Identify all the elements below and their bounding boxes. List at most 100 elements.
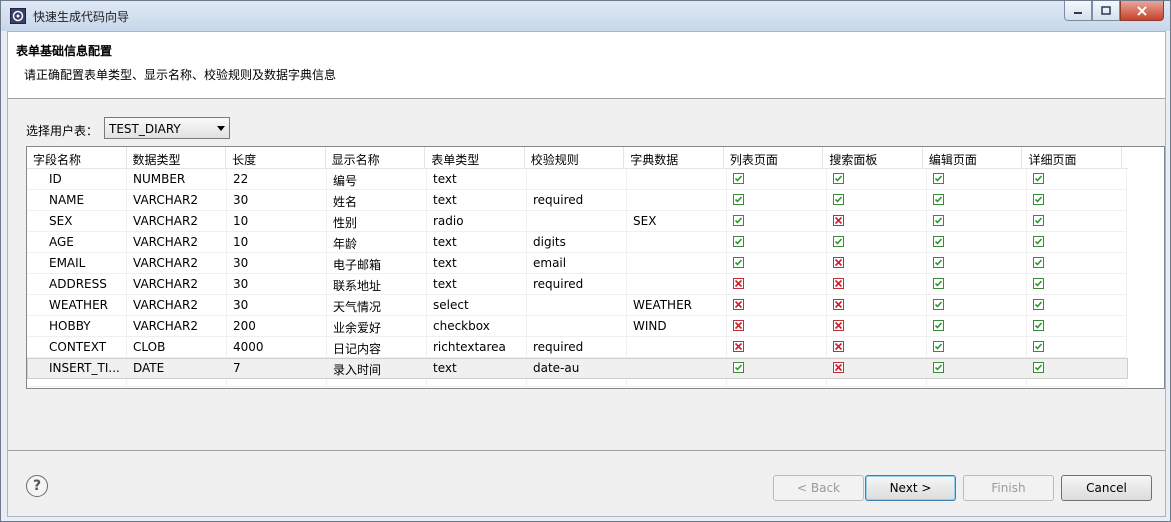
cell-dict[interactable]	[627, 274, 727, 295]
checked-checkbox-icon[interactable]	[1033, 215, 1044, 226]
column-header[interactable]: 校验规则	[524, 147, 625, 169]
unchecked-checkbox-icon[interactable]	[833, 299, 844, 310]
unchecked-checkbox-icon[interactable]	[833, 257, 844, 268]
cell-form[interactable]: richtextarea	[427, 337, 527, 358]
cell-rule[interactable]: digits	[527, 232, 627, 253]
cell-dict[interactable]: SEX	[627, 211, 727, 232]
unchecked-checkbox-icon[interactable]	[833, 278, 844, 289]
column-header[interactable]: 字典数据	[624, 147, 724, 169]
unchecked-checkbox-icon[interactable]	[833, 320, 844, 331]
cell-rule[interactable]	[527, 316, 627, 337]
checked-checkbox-icon[interactable]	[933, 320, 944, 331]
checked-checkbox-icon[interactable]	[1033, 173, 1044, 184]
checked-checkbox-icon[interactable]	[1033, 194, 1044, 205]
cell-display[interactable]: 电子邮箱	[327, 253, 427, 274]
cell-form[interactable]: radio	[427, 211, 527, 232]
checked-checkbox-icon[interactable]	[933, 215, 944, 226]
cell-rule[interactable]: required	[527, 274, 627, 295]
maximize-button[interactable]	[1092, 1, 1120, 21]
cell-dict[interactable]	[627, 190, 727, 211]
table-row[interactable]: HOBBY VARCHAR2 200 业余爱好 checkbox WIND	[27, 316, 1128, 337]
finish-button[interactable]: Finish	[963, 475, 1054, 501]
help-button[interactable]: ?	[26, 475, 48, 497]
next-button[interactable]: Next >	[865, 475, 956, 501]
cell-rule[interactable]: date-au	[527, 358, 627, 379]
cell-rule[interactable]	[527, 169, 627, 190]
column-header[interactable]: 字段名称	[27, 147, 127, 169]
cell-form[interactable]: text	[427, 358, 527, 379]
column-header[interactable]: 表单类型	[425, 147, 525, 169]
checked-checkbox-icon[interactable]	[1033, 362, 1044, 373]
back-button[interactable]: < Back	[773, 475, 864, 501]
checked-checkbox-icon[interactable]	[1033, 278, 1044, 289]
cell-display[interactable]: 联系地址	[327, 274, 427, 295]
cell-form[interactable]: select	[427, 295, 527, 316]
cell-form[interactable]: checkbox	[427, 316, 527, 337]
checked-checkbox-icon[interactable]	[733, 257, 744, 268]
cell-dict[interactable]	[627, 337, 727, 358]
checked-checkbox-icon[interactable]	[933, 257, 944, 268]
cell-display[interactable]: 性别	[327, 211, 427, 232]
checked-checkbox-icon[interactable]	[833, 173, 844, 184]
unchecked-checkbox-icon[interactable]	[833, 362, 844, 373]
checked-checkbox-icon[interactable]	[1033, 341, 1044, 352]
table-row[interactable]: NAME VARCHAR2 30 姓名 text required	[27, 190, 1128, 211]
cancel-button[interactable]: Cancel	[1061, 475, 1152, 501]
cell-display[interactable]: 日记内容	[327, 337, 427, 358]
cell-form[interactable]: text	[427, 274, 527, 295]
cell-rule[interactable]: required	[527, 190, 627, 211]
checked-checkbox-icon[interactable]	[933, 362, 944, 373]
table-row[interactable]: ADDRESS VARCHAR2 30 联系地址 text required	[27, 274, 1128, 295]
checked-checkbox-icon[interactable]	[1033, 236, 1044, 247]
unchecked-checkbox-icon[interactable]	[833, 341, 844, 352]
column-header[interactable]: 列表页面	[723, 147, 824, 169]
cell-rule[interactable]	[527, 211, 627, 232]
column-header[interactable]: 搜索面板	[823, 147, 923, 169]
unchecked-checkbox-icon[interactable]	[733, 341, 744, 352]
cell-form[interactable]: text	[427, 232, 527, 253]
table-row[interactable]: INSERT_TI... DATE 7 录入时间 text date-au	[27, 358, 1128, 379]
cell-form[interactable]: text	[427, 190, 527, 211]
checked-checkbox-icon[interactable]	[733, 194, 744, 205]
cell-rule[interactable]: required	[527, 337, 627, 358]
checked-checkbox-icon[interactable]	[933, 278, 944, 289]
cell-display[interactable]: 年龄	[327, 232, 427, 253]
cell-form[interactable]: text	[427, 253, 527, 274]
checked-checkbox-icon[interactable]	[733, 362, 744, 373]
table-select-dropdown[interactable]: TEST_DIARY	[104, 117, 230, 139]
column-header[interactable]: 详细页面	[1022, 147, 1123, 169]
cell-display[interactable]: 编号	[327, 169, 427, 190]
column-header[interactable]: 显示名称	[325, 147, 426, 169]
checked-checkbox-icon[interactable]	[933, 341, 944, 352]
unchecked-checkbox-icon[interactable]	[733, 299, 744, 310]
close-button[interactable]	[1120, 1, 1164, 21]
cell-rule[interactable]	[527, 295, 627, 316]
column-header[interactable]: 数据类型	[126, 147, 227, 169]
unchecked-checkbox-icon[interactable]	[833, 215, 844, 226]
unchecked-checkbox-icon[interactable]	[733, 278, 744, 289]
cell-display[interactable]: 录入时间	[327, 358, 427, 379]
cell-form[interactable]: text	[427, 169, 527, 190]
cell-dict[interactable]: WIND	[627, 316, 727, 337]
checked-checkbox-icon[interactable]	[933, 299, 944, 310]
unchecked-checkbox-icon[interactable]	[733, 320, 744, 331]
checked-checkbox-icon[interactable]	[833, 194, 844, 205]
cell-dict[interactable]	[627, 253, 727, 274]
checked-checkbox-icon[interactable]	[933, 236, 944, 247]
minimize-button[interactable]	[1064, 1, 1092, 21]
cell-dict[interactable]	[627, 358, 727, 379]
cell-rule[interactable]: email	[527, 253, 627, 274]
cell-display[interactable]: 姓名	[327, 190, 427, 211]
table-row[interactable]: SEX VARCHAR2 10 性别 radio SEX	[27, 211, 1128, 232]
table-row[interactable]: CONTEXT CLOB 4000 日记内容 richtextarea required	[27, 337, 1128, 358]
checked-checkbox-icon[interactable]	[933, 194, 944, 205]
cell-dict[interactable]	[627, 169, 727, 190]
column-header[interactable]: 编辑页面	[922, 147, 1023, 169]
cell-dict[interactable]	[627, 232, 727, 253]
table-row[interactable]: WEATHER VARCHAR2 30 天气情况 select WEATHER	[27, 295, 1128, 316]
cell-display[interactable]: 业余爱好	[327, 316, 427, 337]
cell-dict[interactable]: WEATHER	[627, 295, 727, 316]
checked-checkbox-icon[interactable]	[1033, 257, 1044, 268]
checked-checkbox-icon[interactable]	[1033, 299, 1044, 310]
checked-checkbox-icon[interactable]	[833, 236, 844, 247]
